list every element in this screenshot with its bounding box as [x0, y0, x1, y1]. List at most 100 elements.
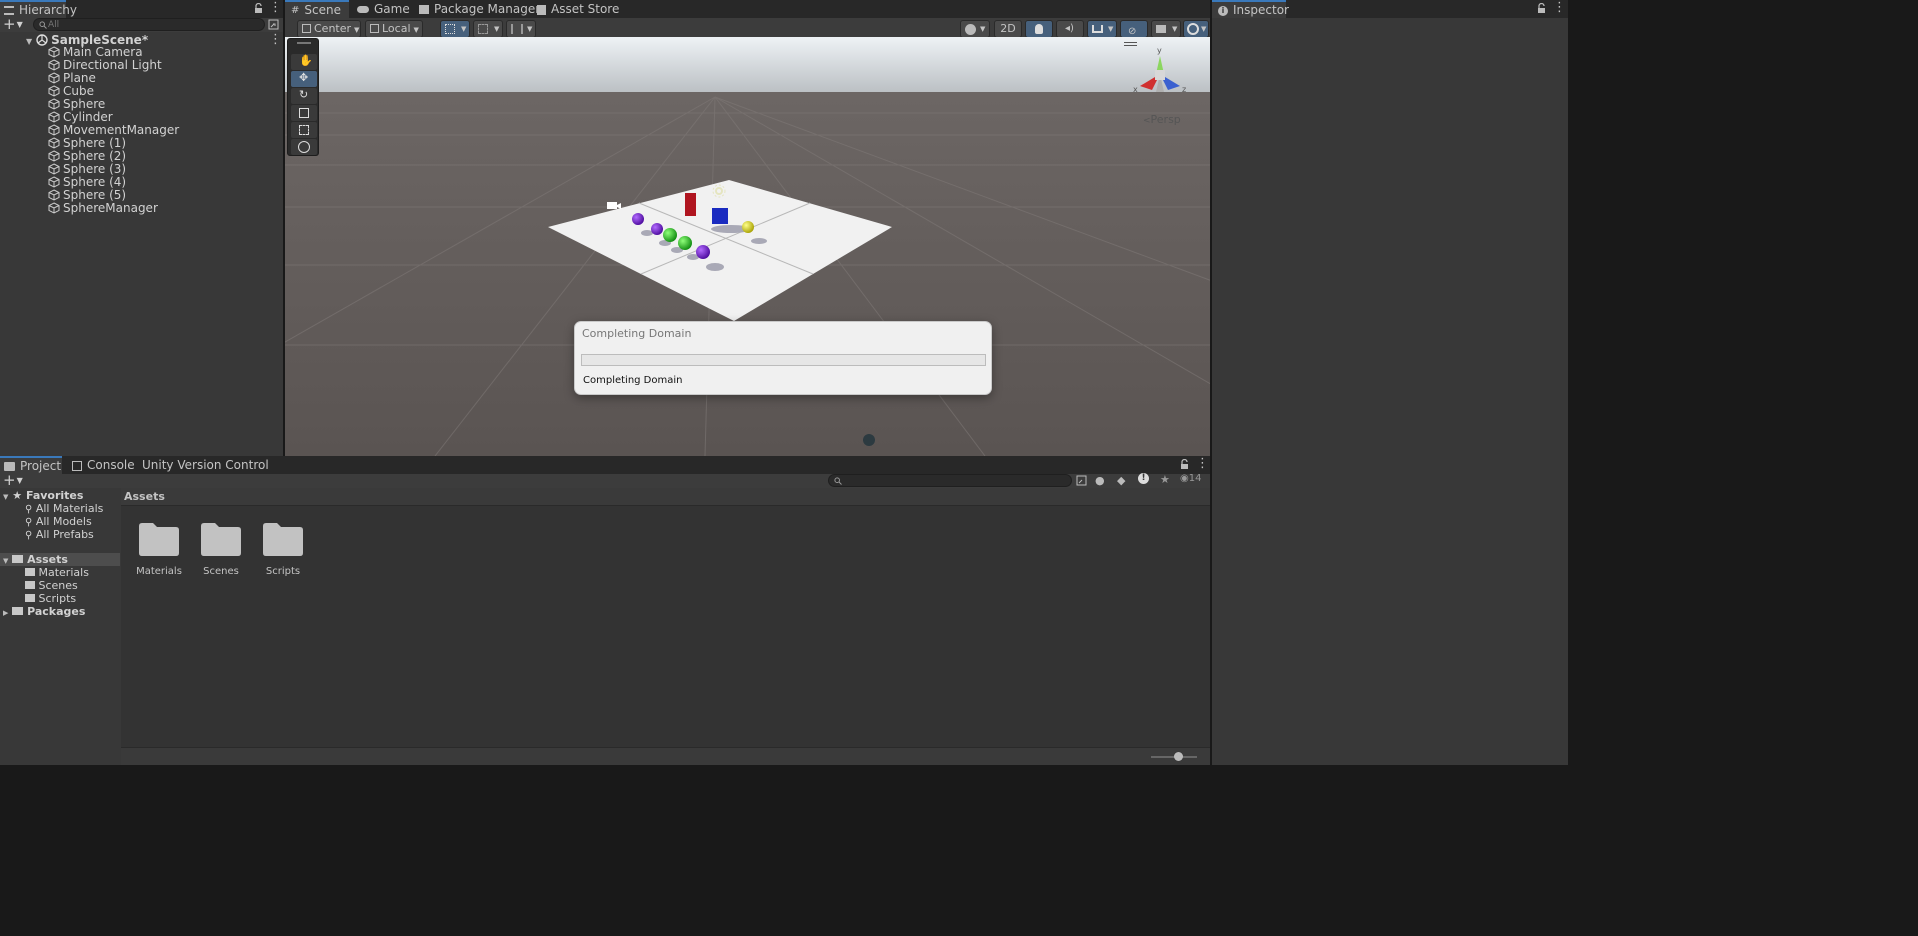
hierarchy-menu-icon[interactable]: ⋮: [269, 1, 282, 15]
scene-menu-icon[interactable]: ⋮: [269, 33, 282, 47]
chevron-down-icon: ▼: [16, 20, 23, 29]
breadcrumb-bar: Assets: [121, 488, 1210, 506]
tab-asset-store-label: Asset Store: [551, 2, 620, 16]
transform-tool-button[interactable]: [291, 139, 317, 155]
shading-sphere-icon: [965, 24, 976, 35]
asset-folder-item[interactable]: Materials: [25, 566, 89, 579]
chevron-down-icon: ▼: [1172, 25, 1178, 33]
sphere-object[interactable]: [696, 245, 710, 259]
asset-tile-label: Materials: [136, 566, 182, 577]
favorites-star-icon[interactable]: ★: [1160, 473, 1170, 486]
audio-toggle[interactable]: ◂): [1056, 20, 1084, 38]
cylinder-object[interactable]: [685, 193, 696, 216]
cube-object[interactable]: [712, 208, 728, 224]
tab-asset-store[interactable]: Asset Store: [533, 0, 633, 18]
move-tool-button[interactable]: ✥: [291, 71, 317, 87]
hierarchy-search-field[interactable]: [33, 18, 265, 31]
pivot-label: Center: [314, 22, 352, 35]
progress-bar: [581, 354, 986, 366]
tab-inspector[interactable]: i Inspector: [1212, 0, 1289, 18]
inspector-menu-icon[interactable]: ⋮: [1553, 1, 1566, 15]
favorite-item[interactable]: ⚲ All Models: [25, 515, 92, 528]
favorite-item-label: All Prefabs: [35, 528, 94, 541]
progress-dialog: Completing Domain Completing Domain: [574, 321, 992, 395]
sphere-object[interactable]: [742, 221, 754, 233]
project-menu-icon[interactable]: ⋮: [1196, 457, 1209, 471]
audio-gizmo[interactable]: [863, 434, 875, 446]
favorite-item[interactable]: ⚲ All Prefabs: [25, 528, 94, 541]
project-tabbar: Project Console Unity Version Control ⋮: [0, 456, 1210, 474]
packages-header[interactable]: ▶ Packages: [3, 605, 85, 618]
search-scope-icon[interactable]: [1076, 475, 1087, 486]
project-tree: ▼ ★ Favorites ⚲ All Materials ⚲ All Mode…: [0, 488, 120, 765]
tab-console[interactable]: Console: [68, 456, 135, 474]
asset-tile[interactable]: Scripts: [248, 518, 318, 588]
rotate-tool-button[interactable]: ↻: [291, 88, 317, 104]
tab-version-control[interactable]: Unity Version Control: [138, 456, 269, 474]
favorite-item[interactable]: ⚲ All Materials: [25, 502, 103, 515]
asset-folder-item[interactable]: Scripts: [25, 592, 76, 605]
scale-tool-button[interactable]: [291, 105, 317, 121]
hierarchy-tabbar: Hierarchy ⋮: [0, 0, 283, 18]
package-icon: [419, 5, 429, 14]
project-search-field[interactable]: [828, 474, 1072, 487]
breadcrumb[interactable]: Assets: [124, 490, 165, 503]
hierarchy-panel: Hierarchy ⋮ +▼ ▼SampleScene* ⋮ Main Came…: [0, 0, 283, 456]
expand-arrow-icon: ▼: [3, 493, 9, 501]
sphere-object[interactable]: [678, 236, 692, 250]
lighting-toggle[interactable]: [1025, 20, 1053, 38]
axis-y-label: y: [1157, 46, 1162, 55]
favorites-header[interactable]: ▼ ★ Favorites: [3, 489, 83, 502]
hidden-objects-toggle[interactable]: ⊘: [1120, 20, 1148, 38]
hidden-packages-toggle[interactable]: ◉14: [1180, 473, 1201, 484]
tab-game[interactable]: Game: [353, 0, 413, 18]
scene-visibility-icon[interactable]: [268, 19, 279, 30]
add-object-button[interactable]: +▼: [3, 16, 25, 32]
open-folder-icon: [12, 555, 24, 563]
toggle-2d-button[interactable]: 2D: [994, 20, 1022, 38]
camera-settings-button[interactable]: ▼: [1151, 20, 1181, 38]
lock-icon[interactable]: [1537, 3, 1546, 14]
icon-size-slider-thumb[interactable]: [1174, 752, 1183, 761]
transform-tool-palette: ✋ ✥ ↻: [287, 38, 319, 156]
create-asset-button[interactable]: +▼: [3, 472, 25, 488]
gizmo-menu-icon[interactable]: [1124, 42, 1137, 46]
palette-grip[interactable]: [297, 42, 311, 44]
rect-tool-button[interactable]: [291, 122, 317, 138]
inspector-tabbar: i Inspector ⋮: [1212, 0, 1568, 18]
hidden-count: 14: [1188, 473, 1202, 484]
orientation-gizmo[interactable]: y x z: [1124, 40, 1190, 120]
pivot-dropdown[interactable]: Center ▼: [297, 20, 361, 38]
info-icon: i: [1218, 5, 1228, 16]
projection-label[interactable]: <Persp: [1143, 113, 1181, 126]
filter-by-label-icon[interactable]: ◆: [1117, 474, 1125, 487]
asset-tile[interactable]: Scenes: [186, 518, 256, 588]
asset-folder-item[interactable]: Scenes: [25, 579, 78, 592]
hierarchy-item[interactable]: SphereManager: [48, 200, 158, 216]
grid-visibility-button[interactable]: ▼: [473, 20, 503, 38]
tab-scene[interactable]: # Scene: [285, 0, 349, 18]
chevron-down-icon: ▼: [980, 25, 986, 33]
asset-tile[interactable]: Materials: [124, 518, 194, 588]
assets-header[interactable]: ▼ Assets: [3, 553, 68, 566]
sphere-object[interactable]: [663, 228, 677, 242]
hand-tool-button[interactable]: ✋: [291, 54, 317, 70]
expand-arrow-icon[interactable]: ▼: [26, 37, 32, 46]
asset-browser-footer: [121, 747, 1210, 765]
lock-icon[interactable]: [254, 3, 263, 14]
filter-by-log-icon[interactable]: !: [1138, 473, 1149, 484]
progress-dialog-message: Completing Domain: [583, 375, 683, 386]
sphere-object[interactable]: [651, 223, 663, 235]
camera-icon: [1156, 25, 1166, 33]
sphere-object[interactable]: [632, 213, 644, 225]
effects-toggle[interactable]: ▼: [1087, 20, 1117, 38]
space-dropdown[interactable]: Local ▼: [365, 20, 423, 38]
draw-mode-button[interactable]: ▼: [960, 20, 990, 38]
increment-snap-button[interactable]: ▼: [506, 20, 536, 38]
grid-snapping-button[interactable]: ▼: [440, 20, 470, 38]
gizmos-button[interactable]: ▼: [1183, 20, 1209, 38]
filter-by-type-icon[interactable]: ●: [1095, 474, 1105, 487]
lock-icon[interactable]: [1180, 459, 1189, 470]
hierarchy-search-input[interactable]: [48, 19, 248, 30]
tab-package-manager[interactable]: Package Manager: [415, 0, 540, 18]
